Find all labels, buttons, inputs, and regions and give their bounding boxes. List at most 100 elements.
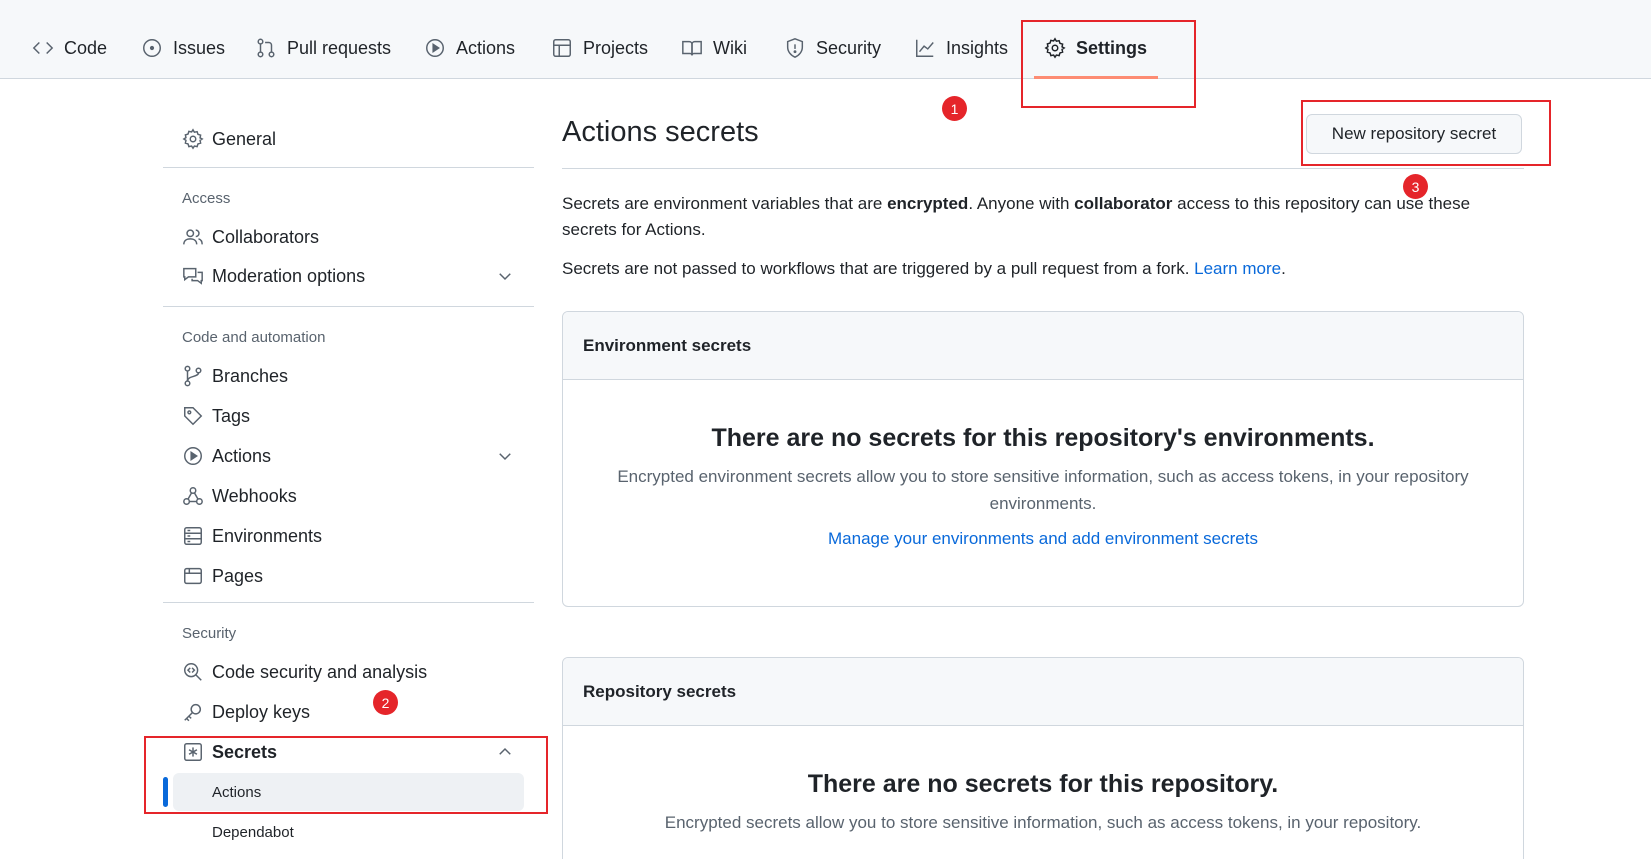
repository-secrets-header: Repository secrets <box>563 658 1523 726</box>
sidebar-divider <box>163 602 534 603</box>
sidebar-item-branches[interactable]: Branches <box>163 357 534 395</box>
sidebar-item-pages[interactable]: Pages <box>163 557 534 595</box>
sidebar-item-label: Webhooks <box>212 485 297 506</box>
chevron-down-icon[interactable] <box>496 447 514 465</box>
tab-issues[interactable]: Issues <box>141 28 225 68</box>
tab-code[interactable]: Code <box>32 28 107 68</box>
sidebar-heading-access: Access <box>182 190 231 207</box>
intro-text: Secrets are environment variables that a… <box>562 194 888 213</box>
learn-more-link[interactable]: Learn more <box>1194 259 1281 278</box>
tab-label: Security <box>816 37 882 58</box>
tag-icon <box>182 405 204 427</box>
sidebar-item-label: Branches <box>212 365 289 386</box>
pull-request-icon <box>255 37 277 59</box>
key-asterisk-icon <box>182 741 204 763</box>
intro-paragraph: Secrets are environment variables that a… <box>562 191 1502 243</box>
sidebar-item-label: Actions <box>212 445 272 466</box>
browser-icon <box>182 565 204 587</box>
sidebar-item-tags[interactable]: Tags <box>163 397 534 435</box>
gear-icon <box>182 128 204 150</box>
tab-label: Projects <box>583 37 649 58</box>
sidebar-item-moderation[interactable]: Moderation options <box>163 257 534 295</box>
fork-note-text: Secrets are not passed to workflows that… <box>562 259 1195 278</box>
chevron-up-icon[interactable] <box>496 743 514 761</box>
webhook-icon <box>182 485 204 507</box>
repo-nav: Code Issues Pull requests Actions Projec… <box>0 0 1651 79</box>
sidebar-item-collaborators[interactable]: Collaborators <box>163 218 534 256</box>
fork-note-paragraph: Secrets are not passed to workflows that… <box>562 256 1502 282</box>
page-title: Actions secrets <box>562 116 759 148</box>
sidebar-divider <box>163 306 534 307</box>
intro-bold-encrypted: encrypted <box>887 194 969 213</box>
sidebar-heading-code-automation: Code and automation <box>182 329 326 346</box>
sidebar-item-actions[interactable]: Actions <box>163 437 534 475</box>
sidebar-item-label: Code security and analysis <box>212 661 428 682</box>
sidebar-item-label: Secrets <box>212 741 278 762</box>
sidebar-item-secrets[interactable]: Secrets <box>163 733 534 771</box>
manage-environments-link[interactable]: Manage your environments and add environ… <box>563 529 1523 549</box>
play-icon <box>182 445 204 467</box>
tab-label: Settings <box>1076 37 1148 58</box>
sidebar-item-deploy-keys[interactable]: Deploy keys <box>163 693 534 731</box>
sidebar-item-label: Moderation options <box>212 265 366 286</box>
active-item-indicator <box>163 777 168 807</box>
sidebar-item-code-security[interactable]: Code security and analysis <box>163 653 534 691</box>
tab-wiki[interactable]: Wiki <box>681 28 747 68</box>
chevron-down-icon[interactable] <box>496 267 514 285</box>
sidebar-item-label: Tags <box>212 405 251 426</box>
tab-security[interactable]: Security <box>784 28 881 68</box>
title-divider <box>562 168 1524 169</box>
environment-secrets-header: Environment secrets <box>563 312 1523 380</box>
server-icon <box>182 525 204 547</box>
punctuation: . <box>1281 259 1286 278</box>
sidebar-item-label: Collaborators <box>212 226 320 247</box>
annotation-badge-1: 1 <box>942 96 967 121</box>
sidebar-item-label: Pages <box>212 565 264 586</box>
new-repository-secret-button[interactable]: New repository secret <box>1306 114 1522 154</box>
tab-actions[interactable]: Actions <box>424 28 515 68</box>
environment-secrets-empty-desc: Encrypted environment secrets allow you … <box>617 467 1469 513</box>
people-icon <box>182 226 204 248</box>
sidebar-item-general[interactable]: General <box>163 120 534 158</box>
sidebar-item-label: Actions <box>212 783 262 801</box>
sidebar-item-label: General <box>212 128 277 149</box>
sidebar-subitem-secrets-actions[interactable]: Actions <box>173 773 524 811</box>
book-icon <box>681 37 703 59</box>
tab-label: Insights <box>946 37 1009 58</box>
gear-icon <box>1044 37 1066 59</box>
sidebar-item-label: Dependabot <box>212 823 294 841</box>
issue-icon <box>141 37 163 59</box>
sidebar-item-environments[interactable]: Environments <box>163 517 534 555</box>
active-tab-underline <box>1034 76 1158 79</box>
comment-discussion-icon <box>182 265 204 287</box>
repository-secrets-empty-desc: Encrypted secrets allow you to store sen… <box>664 813 1422 832</box>
tab-label: Wiki <box>713 37 747 58</box>
intro-text: . Anyone with <box>968 194 1075 213</box>
repository-secrets-box: Repository secrets There are no secrets … <box>562 657 1524 859</box>
tab-insights[interactable]: Insights <box>914 28 1008 68</box>
tab-label: Code <box>64 37 108 58</box>
sidebar-item-webhooks[interactable]: Webhooks <box>163 477 534 515</box>
key-icon <box>182 701 204 723</box>
graph-icon <box>914 37 936 59</box>
sidebar-divider <box>163 167 534 168</box>
repository-secrets-empty-title: There are no secrets for this repository… <box>807 770 1279 798</box>
sidebar-subitem-secrets-dependabot[interactable]: Dependabot <box>173 813 524 851</box>
tab-label: Issues <box>173 37 226 58</box>
sidebar-item-label: Environments <box>212 525 323 546</box>
intro-bold-collaborator: collaborator <box>1074 194 1173 213</box>
tab-settings[interactable]: Settings <box>1044 28 1147 68</box>
code-icon <box>32 37 54 59</box>
sidebar-item-label: Deploy keys <box>212 701 311 722</box>
play-icon <box>424 37 446 59</box>
sidebar-heading-security: Security <box>182 625 237 642</box>
tab-label: Pull requests <box>287 37 392 58</box>
environment-secrets-box: Environment secrets There are no secrets… <box>562 311 1524 607</box>
tab-label: Actions <box>456 37 516 58</box>
tab-projects[interactable]: Projects <box>551 28 648 68</box>
tab-pull-requests[interactable]: Pull requests <box>255 28 391 68</box>
shield-icon <box>784 37 806 59</box>
git-branch-icon <box>182 365 204 387</box>
environment-secrets-empty-title: There are no secrets for this repository… <box>711 424 1375 452</box>
codescan-icon <box>182 661 204 683</box>
